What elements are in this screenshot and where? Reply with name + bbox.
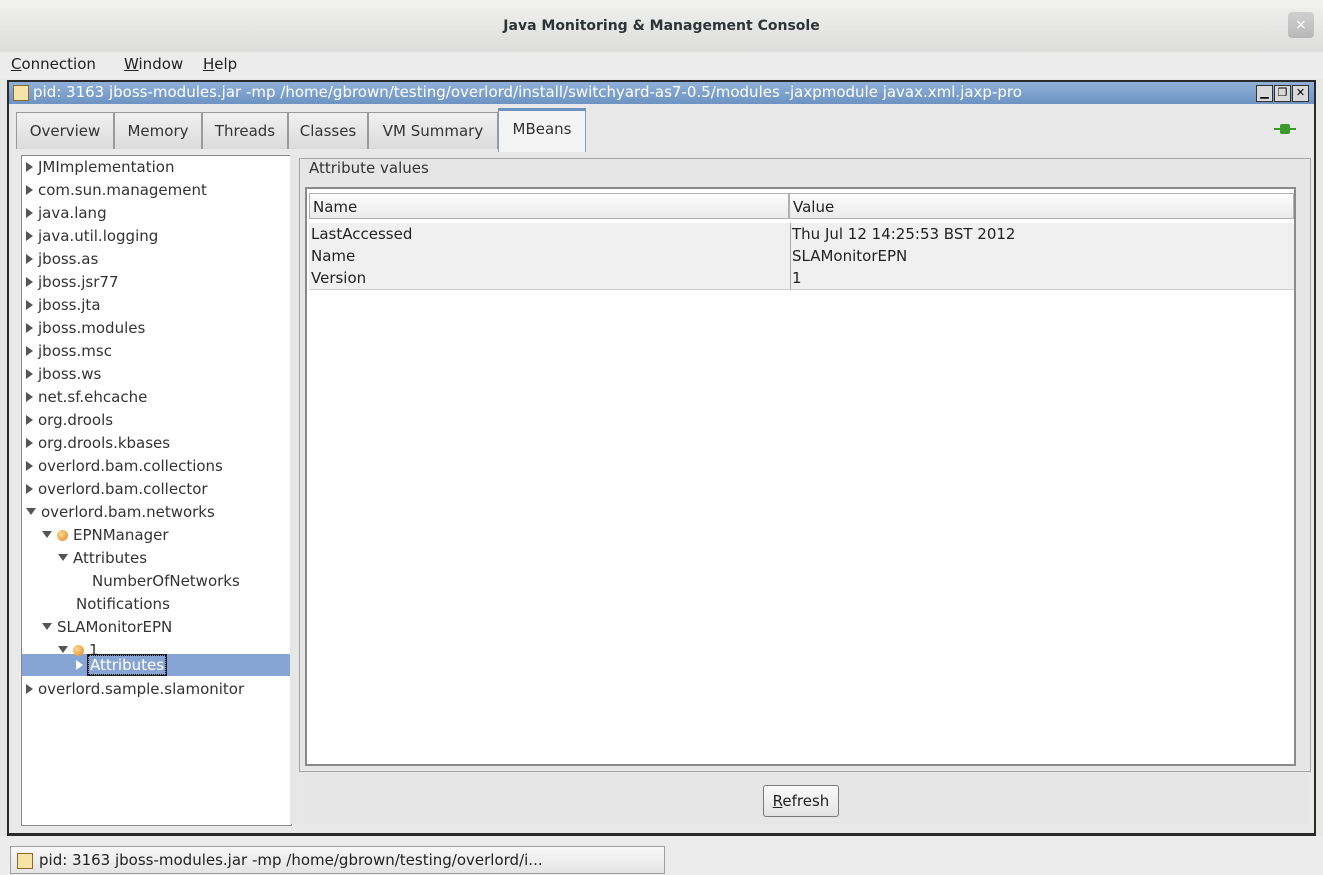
tree-node[interactable]: EPNManager — [42, 524, 169, 546]
expand-icon[interactable] — [26, 483, 33, 494]
collapse-icon[interactable] — [42, 531, 52, 538]
java-cup-icon — [17, 853, 33, 869]
tree-node[interactable]: SLAMonitorEPN — [42, 616, 172, 638]
window-titlebar: Java Monitoring & Management Console × — [0, 0, 1323, 53]
table-row[interactable]: LastAccessed Thu Jul 12 14:25:53 BST 201… — [309, 223, 1294, 246]
tab-threads[interactable]: Threads — [202, 112, 288, 149]
attribute-table[interactable]: Name Value LastAccessed Thu Jul 12 14:25… — [305, 187, 1296, 766]
expand-icon[interactable] — [26, 437, 33, 448]
internal-frame-titlebar[interactable]: pid: 3163 jboss-modules.jar -mp /home/gb… — [9, 82, 1314, 104]
close-window-button[interactable]: × — [1288, 12, 1314, 38]
tree-node[interactable]: java.lang — [26, 202, 107, 224]
tree-node[interactable]: overlord.bam.collections — [26, 455, 223, 477]
tree-node[interactable]: jboss.modules — [26, 317, 145, 339]
minimized-frame-item[interactable]: pid: 3163 jboss-modules.jar -mp /home/gb… — [10, 846, 665, 874]
collapse-icon[interactable] — [26, 508, 36, 515]
attribute-value[interactable]: 1 — [790, 267, 1292, 289]
mbean-tree[interactable]: JMImplementation com.sun.management java… — [21, 155, 292, 826]
tab-classes[interactable]: Classes — [288, 112, 368, 149]
expand-icon[interactable] — [26, 345, 33, 356]
menu-help[interactable]: Help — [203, 55, 237, 73]
expand-icon[interactable] — [26, 683, 33, 694]
menu-connection[interactable]: Connection — [11, 55, 96, 73]
refresh-button[interactable]: Refresh — [763, 785, 839, 817]
expand-icon[interactable] — [26, 414, 33, 425]
table-row[interactable]: Name SLAMonitorEPN — [309, 245, 1294, 268]
tree-node[interactable]: overlord.sample.slamonitor — [26, 678, 244, 700]
tree-node[interactable]: jboss.jsr77 — [26, 271, 119, 293]
expand-icon[interactable] — [26, 276, 33, 287]
expand-icon[interactable] — [26, 207, 33, 218]
internal-frame-title: pid: 3163 jboss-modules.jar -mp /home/gb… — [33, 83, 1022, 101]
attribute-value[interactable]: SLAMonitorEPN — [790, 245, 1292, 267]
tree-node[interactable]: overlord.bam.collector — [26, 478, 208, 500]
expand-icon[interactable] — [26, 184, 33, 195]
expand-icon[interactable] — [26, 368, 33, 379]
plug-connected-icon — [1274, 124, 1296, 134]
tab-overview[interactable]: Overview — [16, 112, 114, 149]
tree-node[interactable]: jboss.msc — [26, 340, 112, 362]
java-cup-icon — [13, 85, 29, 101]
close-frame-button[interactable]: ✕ — [1292, 85, 1309, 102]
tree-node[interactable]: org.drools — [26, 409, 113, 431]
expand-icon[interactable] — [26, 322, 33, 333]
tree-node[interactable]: jboss.jta — [26, 294, 101, 316]
tree-node[interactable]: jboss.ws — [26, 363, 101, 385]
tree-node[interactable]: Attributes — [58, 547, 147, 569]
collapse-icon[interactable] — [58, 646, 68, 653]
tab-memory[interactable]: Memory — [114, 112, 202, 149]
tree-node[interactable]: JMImplementation — [26, 156, 174, 178]
tab-mbeans[interactable]: MBeans — [498, 108, 586, 152]
expand-icon[interactable] — [26, 299, 33, 310]
tree-node[interactable]: NumberOfNetworks — [92, 570, 240, 592]
tree-node[interactable]: java.util.logging — [26, 225, 158, 247]
table-row[interactable]: Version 1 — [309, 267, 1294, 290]
bean-icon — [57, 530, 68, 541]
menu-window[interactable]: Window — [124, 55, 183, 73]
column-header-name[interactable]: Name — [309, 193, 789, 219]
expand-icon[interactable] — [76, 659, 83, 670]
window-title: Java Monitoring & Management Console — [503, 18, 820, 34]
menubar: Connection Window Help — [0, 52, 1323, 78]
attribute-name: Version — [309, 267, 791, 289]
expand-icon[interactable] — [26, 460, 33, 471]
restore-frame-button[interactable]: ❐ — [1274, 85, 1291, 102]
tree-node-selected[interactable]: Attributes — [76, 654, 168, 676]
tree-node[interactable]: net.sf.ehcache — [26, 386, 147, 408]
attribute-values-legend: Attribute values — [307, 159, 431, 177]
expand-icon[interactable] — [26, 391, 33, 402]
minimized-frame-title: pid: 3163 jboss-modules.jar -mp /home/gb… — [39, 851, 543, 869]
expand-icon[interactable] — [26, 253, 33, 264]
tree-node[interactable]: org.drools.kbases — [26, 432, 170, 454]
tree-node[interactable]: jboss.as — [26, 248, 98, 270]
tab-vm-summary[interactable]: VM Summary — [368, 112, 498, 149]
attribute-name: Name — [309, 245, 791, 267]
split-pane-divider[interactable] — [290, 155, 296, 824]
attribute-name: LastAccessed — [309, 223, 791, 245]
tree-node[interactable]: overlord.bam.networks — [26, 501, 215, 523]
column-header-value[interactable]: Value — [789, 193, 1294, 219]
expand-icon[interactable] — [26, 230, 33, 241]
collapse-icon[interactable] — [58, 554, 68, 561]
tree-node[interactable]: Notifications — [76, 593, 170, 615]
collapse-icon[interactable] — [42, 623, 52, 630]
expand-icon[interactable] — [26, 161, 33, 172]
tree-node[interactable]: com.sun.management — [26, 179, 207, 201]
attribute-value[interactable]: Thu Jul 12 14:25:53 BST 2012 — [790, 223, 1292, 245]
minimize-frame-button[interactable]: ▁ — [1256, 85, 1273, 102]
